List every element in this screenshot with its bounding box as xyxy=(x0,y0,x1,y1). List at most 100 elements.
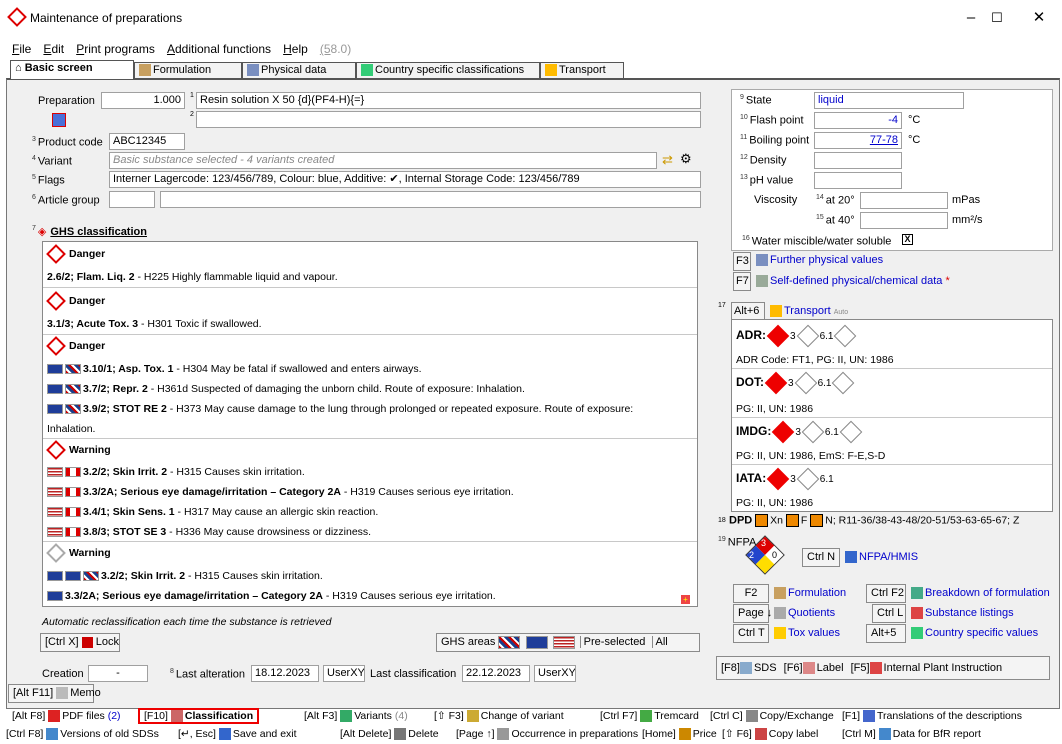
self-defined-link[interactable]: Self-defined physical/chemical data * xyxy=(756,275,950,288)
quotients-link[interactable]: Quotients xyxy=(774,607,835,620)
expand-icon[interactable]: + xyxy=(681,595,690,604)
formulation-link[interactable]: Formulation xyxy=(774,587,846,600)
all-button[interactable]: All xyxy=(651,636,671,648)
delete-button[interactable]: [Alt Delete] Delete xyxy=(340,728,439,741)
document-buttons: [F8] SDS [F6] Label [F5] Internal Plant Ins… xyxy=(716,656,1050,680)
eu-area-button[interactable] xyxy=(525,635,548,649)
transport-link[interactable]: Transport Auto xyxy=(770,305,848,318)
substance-listings-link[interactable]: Substance listings xyxy=(911,607,1014,620)
viscosity-20-field[interactable] xyxy=(860,192,948,209)
menu-help[interactable]: Help xyxy=(283,42,308,56)
tox-values-link[interactable]: Tox values xyxy=(774,627,840,640)
water-miscible-checkbox[interactable]: X xyxy=(902,234,913,245)
ghs-line[interactable]: 3.10/1; Asp. Tox. 1 - H304 May be fatal … xyxy=(47,363,422,375)
ghs-line[interactable]: 3.2/2; Skin Irrit. 2 - H315 Causes skin … xyxy=(47,570,323,582)
ghs-line[interactable]: 3.7/2; Repr. 2 - H361d Suspected of dama… xyxy=(47,383,525,395)
tab-formulation[interactable]: Formulation xyxy=(134,62,242,79)
ctrl-l-key[interactable]: Ctrl L xyxy=(872,604,906,623)
ghs-line[interactable]: 2.6/2; Flam. Liq. 2 - H225 Highly flamma… xyxy=(47,271,338,283)
flags-field[interactable]: Interner Lagercode: 123/456/789, Colour:… xyxy=(109,171,701,188)
tab-strip: ⌂ Basic screen Formulation Physical data… xyxy=(6,60,1062,79)
ctrl-f2-key[interactable]: Ctrl F2 xyxy=(866,584,906,603)
menu-file[interactable]: File xyxy=(12,42,31,56)
transport-list[interactable]: ADR: 3 6.1 ADR Code: FT1, PG: II, UN: 1986… xyxy=(731,319,1053,512)
ghs-line[interactable]: 3.3/2A; Serious eye damage/irritation – … xyxy=(47,590,496,602)
preselected-button[interactable]: Pre-selected xyxy=(579,636,649,648)
density-field[interactable] xyxy=(814,152,902,169)
ghs-line[interactable]: 3.3/2A; Serious eye damage/irritation – … xyxy=(47,486,514,498)
variant-settings-icon[interactable]: ⚙ xyxy=(680,151,692,167)
further-physical-link[interactable]: Further physical values xyxy=(756,254,883,267)
ghs-line[interactable]: 3.2/2; Skin Irrit. 2 - H315 Causes skin … xyxy=(47,466,305,478)
ghs-line[interactable]: 3.1/3; Acute Tox. 3 - H301 Toxic if swal… xyxy=(47,318,262,330)
price-button[interactable]: [Home] Price xyxy=(642,728,717,741)
old-sds-versions-button[interactable]: [Ctrl F8] Versions of old SDSs xyxy=(6,728,159,741)
f2-key[interactable]: F2 xyxy=(733,584,769,603)
ghs-line[interactable]: 3.8/3; STOT SE 3 - H336 May cause drowsi… xyxy=(47,526,371,538)
f7-key[interactable]: F7 xyxy=(733,272,751,291)
occurrence-button[interactable]: [Page ↑] Occurrence in preparations xyxy=(456,728,638,741)
article-group-code-field[interactable] xyxy=(109,191,155,208)
preparation-number-field[interactable]: 1.000 xyxy=(101,92,185,109)
boiling-point-field[interactable]: 77-78 xyxy=(814,132,902,149)
tab-country-specific[interactable]: Country specific classifications xyxy=(356,62,540,79)
classification-button[interactable]: [F10] Classification xyxy=(138,708,260,725)
xn-icon xyxy=(755,514,769,527)
ghs-line[interactable]: 3.4/1; Skin Sens. 1 - H317 May cause an … xyxy=(47,506,378,518)
environment-icon xyxy=(810,514,824,527)
state-field[interactable]: liquid xyxy=(814,92,964,109)
close-button[interactable]: ✕ xyxy=(1016,6,1062,30)
name-field-1[interactable]: Resin solution X 50 {d}(PF4-H){=} xyxy=(196,92,701,109)
article-group-name-field[interactable] xyxy=(160,191,701,208)
maximize-button[interactable]: ☐ xyxy=(974,6,1020,30)
us-flag-icon xyxy=(47,527,63,538)
dpd-row[interactable]: DPD Xn F N; R11-36/38-43-48/20-51/53-63-… xyxy=(729,514,1061,531)
alt-5-key[interactable]: Alt+5 xyxy=(866,624,906,643)
nfpa-shortcut[interactable]: Ctrl N xyxy=(802,548,840,567)
tab-basic-screen[interactable]: ⌂ Basic screen xyxy=(10,60,134,79)
translation-icon[interactable] xyxy=(52,113,66,127)
breakdown-link[interactable]: Breakdown of formulation xyxy=(911,587,1050,600)
pdf-files-button[interactable]: [Alt F8] PDF files (2) xyxy=(12,710,121,723)
variant-field[interactable]: Basic substance selected - 4 variants cr… xyxy=(109,152,657,169)
copy-exchange-button[interactable]: [Ctrl C] Copy/Exchange xyxy=(710,710,834,723)
last-alteration-label: Last alteration xyxy=(175,668,246,681)
ghs-line[interactable]: Inhalation. xyxy=(47,423,95,435)
us-area-button[interactable] xyxy=(552,635,575,649)
label-button[interactable]: [F6] Label xyxy=(784,662,844,675)
variants-button[interactable]: [Alt F3] Variants (4) xyxy=(304,710,408,723)
copy-label-button[interactable]: [⇧ F6] Copy label xyxy=(722,728,818,741)
ctrl-t-key[interactable]: Ctrl T xyxy=(733,624,769,643)
lock-button[interactable]: [Ctrl X] Lock xyxy=(40,633,120,652)
title-bar: Maintenance of preparations – ☐ ✕ xyxy=(0,0,1062,34)
tremcard-button[interactable]: [Ctrl F7] Tremcard xyxy=(600,710,699,723)
tab-physical-data[interactable]: Physical data xyxy=(242,62,356,79)
ghs-heading[interactable]: GHS classification xyxy=(50,226,147,238)
page-down-key[interactable]: Page ↓ xyxy=(733,604,772,623)
name-field-2[interactable] xyxy=(196,111,701,128)
tab-transport[interactable]: Transport xyxy=(540,62,624,79)
change-variant-button[interactable]: [⇧ F3] Change of variant xyxy=(434,710,564,723)
change-variant-icon[interactable]: ⇄ xyxy=(662,152,673,168)
uk-area-button[interactable] xyxy=(498,635,521,649)
menu-edit[interactable]: Edit xyxy=(43,42,64,56)
signal-word: Warning xyxy=(69,443,111,456)
f3-key[interactable]: F3 xyxy=(733,252,751,271)
app-icon xyxy=(7,7,27,27)
memo-button[interactable]: [Alt F11] Memo xyxy=(8,684,101,703)
flash-point-field[interactable]: -4 xyxy=(814,112,902,129)
sds-button[interactable]: [F8] SDS xyxy=(721,662,777,675)
menu-print-programs[interactable]: Print programs xyxy=(76,42,155,56)
viscosity-40-field[interactable] xyxy=(860,212,948,229)
ph-field[interactable] xyxy=(814,172,902,189)
save-exit-button[interactable]: [↵, Esc] Save and exit xyxy=(178,728,297,741)
ghs-line[interactable]: 3.9/2; STOT RE 2 - H373 May cause damage… xyxy=(47,403,633,415)
bfr-report-button[interactable]: [Ctrl M] Data for BfR report xyxy=(842,728,981,741)
product-code-field[interactable]: ABC12345 xyxy=(109,133,185,150)
country-values-link[interactable]: Country specific values xyxy=(911,627,1038,640)
menu-additional-functions[interactable]: Additional functions xyxy=(167,42,271,56)
nfpa-hmis-link[interactable]: NFPA/HMIS xyxy=(845,551,918,564)
ghs-classification-list[interactable]: Danger 2.6/2; Flam. Liq. 2 - H225 Highly… xyxy=(42,241,698,607)
translations-button[interactable]: [F1] Translations of the descriptions xyxy=(842,710,1022,723)
plant-instruction-button[interactable]: [F5] Internal Plant Instruction xyxy=(851,662,1002,675)
